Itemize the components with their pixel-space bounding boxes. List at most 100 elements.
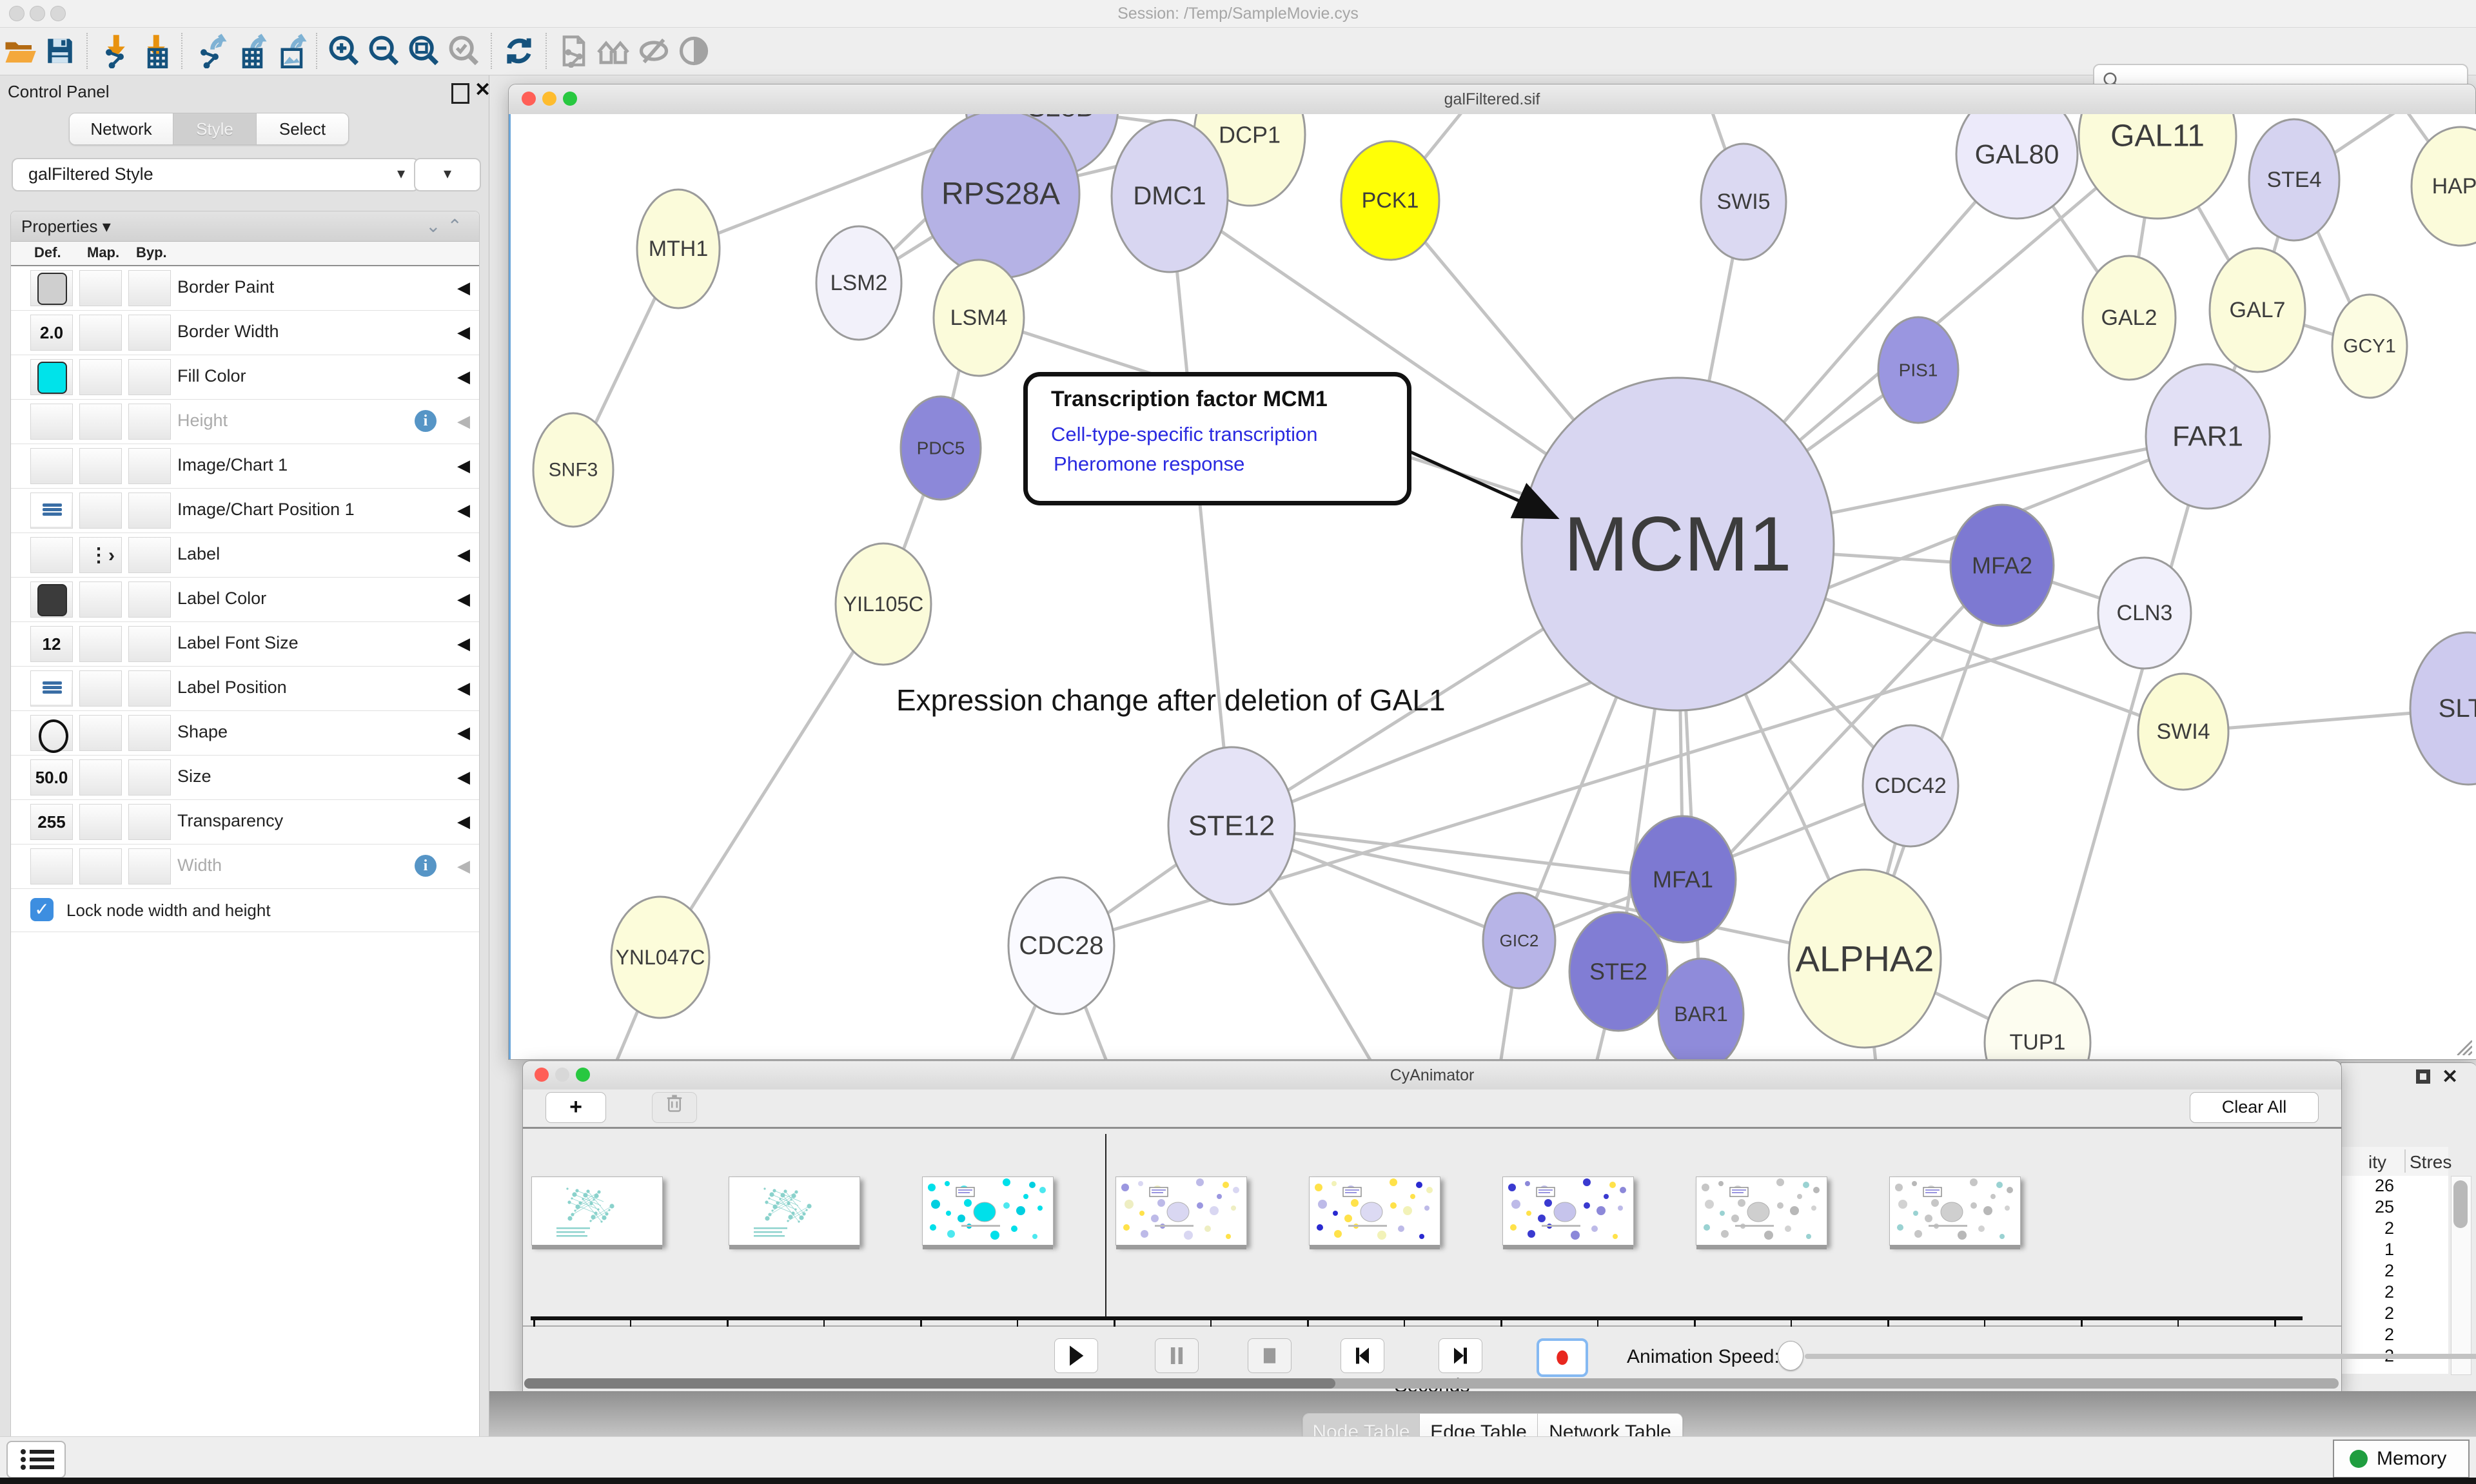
bypass-cell[interactable] <box>128 715 171 751</box>
keyframe-thumbnail-5[interactable] <box>1502 1176 1634 1245</box>
default-value[interactable]: 12 <box>31 627 72 661</box>
property-row-transparency[interactable]: 255Transparency◀ <box>11 800 479 845</box>
keyframe-thumbnail-0[interactable] <box>531 1176 663 1245</box>
property-row-fill-color[interactable]: Fill Color◀ <box>11 355 479 400</box>
property-row-border-paint[interactable]: Border Paint◀ <box>11 266 479 311</box>
expand-property-icon[interactable]: ◀ <box>457 634 470 654</box>
bypass-cell[interactable] <box>128 670 171 707</box>
hide-glyph-button[interactable] <box>635 30 673 72</box>
mapping-cell[interactable] <box>79 804 122 840</box>
table-cell-value[interactable]: 2 <box>2341 1303 2448 1325</box>
float-panel-icon[interactable] <box>451 83 469 104</box>
default-cell[interactable] <box>30 359 73 395</box>
default-cell[interactable] <box>30 537 73 573</box>
network-node-lsm2[interactable]: LSM2 <box>816 226 901 340</box>
mapping-cell[interactable] <box>79 359 122 395</box>
network-node-swi5[interactable]: SWI5 <box>1701 144 1786 260</box>
mapping-cell[interactable] <box>79 404 122 440</box>
mapping-cell[interactable] <box>79 670 122 707</box>
annotation-link-2[interactable]: Pheromone response <box>1054 453 1244 476</box>
network-node-snf3[interactable]: SNF3 <box>533 413 613 527</box>
table-scrollbar[interactable] <box>2451 1176 2471 1375</box>
cyanimator-titlebar[interactable]: CyAnimator <box>523 1061 2341 1090</box>
skip-end-button[interactable] <box>1439 1338 1482 1373</box>
network-node-ste12[interactable]: STE12 <box>1168 747 1295 904</box>
style-dropdown[interactable]: galFiltered Style▾ <box>12 158 419 191</box>
lock-checkbox[interactable]: ✓ <box>30 898 54 921</box>
network-node-gal11[interactable]: GAL11 <box>2079 114 2236 219</box>
property-row-label-font-size[interactable]: 12Label Font Size◀ <box>11 622 479 667</box>
hscrollbar-thumb[interactable] <box>524 1378 1335 1389</box>
expand-property-icon[interactable]: ◀ <box>457 367 470 387</box>
network-node-gcy1[interactable]: GCY1 <box>2332 295 2407 398</box>
network-canvas[interactable]: RPS28BDCP1RPS28ADMC1PCK1MTH1LSM2LSM4SWI5… <box>509 114 2476 1059</box>
close-panel-icon[interactable]: ✕ <box>2442 1066 2458 1088</box>
task-list-button[interactable] <box>6 1441 66 1478</box>
default-cell[interactable]: 2.0 <box>30 315 73 351</box>
bypass-cell[interactable] <box>128 359 171 395</box>
network-node-pdc5[interactable]: PDC5 <box>901 396 981 500</box>
network-node-alpha2[interactable]: ALPHA2 <box>1789 870 1941 1048</box>
mapping-cell[interactable]: ⋮› <box>79 537 122 573</box>
table-cell-value[interactable]: 2 <box>2341 1282 2448 1303</box>
keyframe-thumbnail-4[interactable] <box>1309 1176 1440 1245</box>
network-node-hap2[interactable]: HAP2 <box>2412 127 2476 246</box>
bypass-cell[interactable] <box>128 581 171 618</box>
bypass-cell[interactable] <box>128 404 171 440</box>
default-value-swatch[interactable] <box>37 362 67 394</box>
mapping-cell[interactable] <box>79 448 122 484</box>
speed-slider-handle[interactable] <box>1778 1341 1803 1371</box>
table-cell-value[interactable]: 2 <box>2341 1261 2448 1282</box>
network-node-cdc42[interactable]: CDC42 <box>1863 725 1958 846</box>
mapping-cell[interactable] <box>79 581 122 618</box>
network-node-ste4[interactable]: STE4 <box>2249 119 2339 240</box>
expand-property-icon[interactable]: ◀ <box>457 678 470 698</box>
delete-frame-button[interactable] <box>652 1092 697 1123</box>
expand-property-icon[interactable]: ◀ <box>457 856 470 876</box>
show-glyph-button[interactable] <box>675 30 712 72</box>
default-cell[interactable] <box>30 448 73 484</box>
property-row-image-chart-position-1[interactable]: Image/Chart Position 1◀ <box>11 489 479 533</box>
keyframe-thumbnail-3[interactable] <box>1115 1176 1247 1245</box>
default-cell[interactable] <box>30 404 73 440</box>
expand-property-icon[interactable]: ◀ <box>457 767 470 787</box>
network-node-pck1[interactable]: PCK1 <box>1341 141 1439 260</box>
property-row-width[interactable]: Widthi◀ <box>11 845 479 889</box>
bypass-cell[interactable] <box>128 626 171 662</box>
tab-select[interactable]: Select <box>257 113 348 144</box>
keyframe-thumbnail-1[interactable] <box>729 1176 860 1245</box>
default-cell[interactable]: 12 <box>30 626 73 662</box>
property-row-label-position[interactable]: Label Position◀ <box>11 667 479 711</box>
network-node-slt2[interactable]: SLT2 <box>2410 632 2476 785</box>
stop-button[interactable] <box>1248 1338 1292 1373</box>
bypass-cell[interactable] <box>128 804 171 840</box>
float-panel-icon[interactable] <box>2416 1069 2430 1084</box>
network-document-button[interactable] <box>555 30 593 72</box>
network-node-mth1[interactable]: MTH1 <box>637 190 720 308</box>
network-node-dmc1[interactable]: DMC1 <box>1112 120 1228 272</box>
default-value[interactable]: 50.0 <box>31 760 72 795</box>
network-node-ynl047c[interactable]: YNL047C <box>611 897 709 1018</box>
property-row-label[interactable]: ⋮›Label◀ <box>11 533 479 578</box>
bypass-cell[interactable] <box>128 537 171 573</box>
default-cell[interactable] <box>30 581 73 618</box>
mapping-cell[interactable] <box>79 759 122 796</box>
default-cell[interactable] <box>30 670 73 707</box>
keyframe-thumbnail-6[interactable] <box>1696 1176 1827 1245</box>
tab-network[interactable]: Network <box>70 113 173 144</box>
default-cell[interactable] <box>30 270 73 306</box>
expand-property-icon[interactable]: ◀ <box>457 411 470 431</box>
pause-button[interactable] <box>1155 1338 1199 1373</box>
play-button[interactable] <box>1054 1338 1098 1373</box>
table-cell-value[interactable]: 26 <box>2341 1176 2448 1197</box>
bypass-cell[interactable] <box>128 448 171 484</box>
column-divider[interactable] <box>2404 1149 2406 1173</box>
table-cell-value[interactable]: 2 <box>2341 1218 2448 1240</box>
network-node-swi4[interactable]: SWI4 <box>2138 674 2228 790</box>
default-value[interactable]: 2.0 <box>31 315 72 350</box>
mapping-cell[interactable] <box>79 626 122 662</box>
network-node-tup1[interactable]: TUP1 <box>1985 981 2090 1059</box>
network-node-gal2[interactable]: GAL2 <box>2083 256 2176 380</box>
import-table-button[interactable] <box>136 30 173 72</box>
bypass-cell[interactable] <box>128 759 171 796</box>
